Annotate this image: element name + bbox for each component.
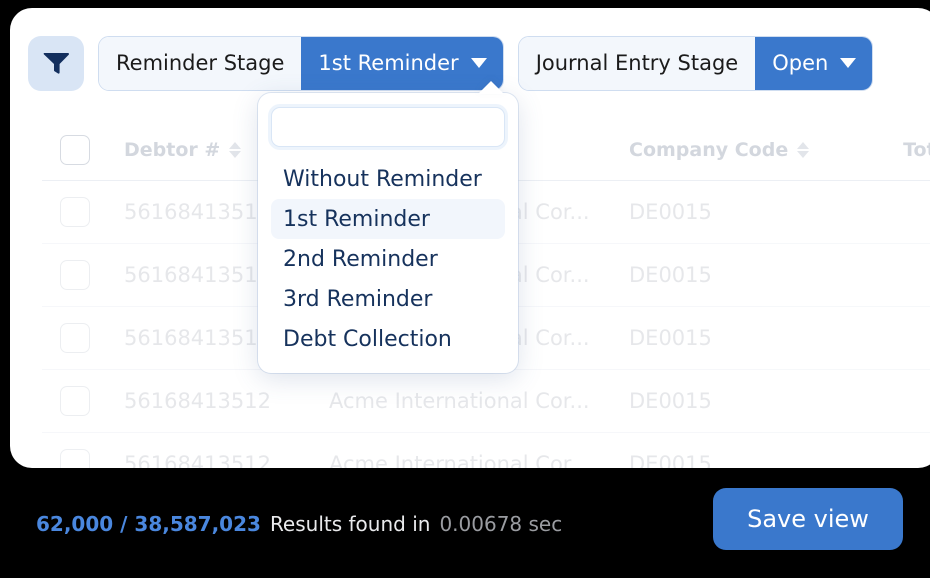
cell-company-code: DE0015 [629, 263, 712, 287]
cell-debtor: 56168413512 [124, 452, 271, 468]
row-checkbox[interactable] [60, 449, 90, 468]
cell-total: $ [829, 452, 930, 468]
dropdown-option-2nd-reminder[interactable]: 2nd Reminder [271, 239, 505, 279]
column-header-total[interactable]: Total [829, 139, 930, 161]
select-all-cell [42, 135, 124, 165]
dropdown-pointer [478, 81, 504, 94]
dropdown-option-1st-reminder[interactable]: 1st Reminder [271, 199, 505, 239]
results-summary: 62,000 / 38,587,023 Results found in 0.0… [36, 512, 562, 536]
chevron-down-icon [840, 58, 857, 68]
filter-value-journal-entry-stage[interactable]: Open [755, 36, 873, 90]
dropdown-option-without-reminder[interactable]: Without Reminder [271, 159, 505, 199]
table-row[interactable]: 56168413512 Acme International Cor... DE… [42, 370, 930, 433]
filter-value-text-reminder-stage: 1st Reminder [318, 51, 459, 75]
screen: Reminder Stage 1st Reminder Journal Entr… [0, 0, 930, 578]
cell-company-code: DE0015 [629, 452, 712, 468]
row-checkbox[interactable] [60, 323, 90, 353]
row-checkbox[interactable] [60, 386, 90, 416]
results-count: 62,000 / 38,587,023 [36, 512, 261, 536]
cell-total: $ [829, 263, 930, 287]
filter-label-reminder-stage: Reminder Stage [99, 36, 302, 90]
cell-debtor: 56168413512 [124, 389, 271, 413]
filter-toolbar: Reminder Stage 1st Reminder Journal Entr… [28, 34, 874, 92]
table-row[interactable]: 56168413512 Acme International Cor... DE… [42, 433, 930, 468]
filter-value-text-journal-entry-stage: Open [772, 51, 829, 75]
filter-pill-reminder-stage: Reminder Stage 1st Reminder [98, 35, 504, 91]
results-label: Results found in [269, 512, 431, 536]
dropdown-option-list: Without Reminder 1st Reminder 2nd Remind… [271, 159, 505, 359]
dropdown-option-3rd-reminder[interactable]: 3rd Reminder [271, 279, 505, 319]
cell-company-code: DE0015 [629, 200, 712, 224]
cell-company: Acme International Cor... [329, 452, 590, 468]
cell-total: $ [829, 389, 930, 413]
reminder-stage-dropdown: Without Reminder 1st Reminder 2nd Remind… [258, 93, 518, 373]
column-header-company-code-label: Company Code [629, 139, 789, 161]
cell-company-code: DE0015 [629, 326, 712, 350]
column-header-debtor-label: Debtor # [124, 139, 221, 161]
select-all-checkbox[interactable] [60, 135, 90, 165]
results-time: 0.00678 sec [439, 512, 563, 536]
dropdown-search-input[interactable] [271, 107, 505, 147]
filter-value-reminder-stage[interactable]: 1st Reminder [301, 36, 503, 90]
filter-label-journal-entry-stage: Journal Entry Stage [518, 36, 756, 90]
row-checkbox[interactable] [60, 260, 90, 290]
cell-total: $ [829, 326, 930, 350]
filter-pill-journal-entry-stage: Journal Entry Stage Open [517, 35, 874, 91]
funnel-filter-icon [42, 50, 70, 76]
save-view-button[interactable]: Save view [713, 488, 903, 550]
row-checkbox[interactable] [60, 197, 90, 227]
dropdown-option-debt-collection[interactable]: Debt Collection [271, 319, 505, 359]
cell-total: $ [829, 200, 930, 224]
cell-company-code: DE0015 [629, 389, 712, 413]
sort-icon [797, 142, 810, 158]
column-header-total-label: Total [903, 139, 930, 161]
sort-icon [229, 142, 242, 158]
cell-company: Acme International Cor... [329, 389, 590, 413]
column-header-company-code[interactable]: Company Code [629, 139, 829, 161]
filter-button[interactable] [28, 35, 84, 91]
chevron-down-icon [470, 58, 487, 68]
